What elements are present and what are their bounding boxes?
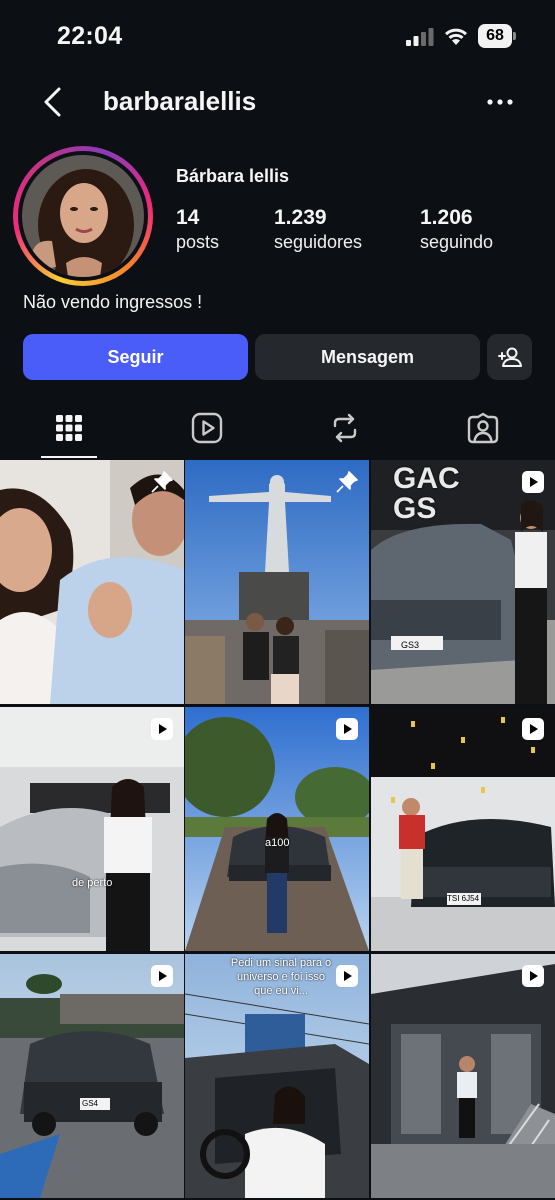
- post-dealership-facade-photo: [371, 954, 555, 1198]
- reposts-icon: [333, 413, 357, 443]
- posts-grid: GAC GS GS3 de perto a100 TSI 6J54 GS4 Pe…: [0, 460, 555, 1200]
- posts-stat[interactable]: 14 posts: [176, 206, 219, 254]
- avatar-portrait-icon: [22, 155, 144, 277]
- more-options-icon[interactable]: [484, 88, 516, 116]
- reel-icon: [151, 965, 173, 987]
- tab-reposts[interactable]: [276, 400, 414, 458]
- plate-text: TSI 6J54: [447, 894, 480, 903]
- status-bar: 22:04 68: [0, 0, 555, 72]
- profile-username: barbaralellis: [103, 86, 257, 116]
- reel-icon: [522, 718, 544, 740]
- post-road-car-photo: [185, 707, 369, 951]
- battery-indicator: 68: [478, 24, 516, 48]
- status-time: 22:04: [57, 22, 123, 50]
- post-caption: de perto: [72, 877, 113, 889]
- post-tile[interactable]: a100: [185, 707, 369, 951]
- following-stat[interactable]: 1.206 seguindo: [420, 206, 493, 254]
- tab-tagged[interactable]: [414, 400, 552, 458]
- back-arrow-icon[interactable]: [36, 84, 72, 120]
- post-tile[interactable]: GAC GS GS3: [371, 460, 555, 704]
- followers-stat[interactable]: 1.239 seguidores: [274, 206, 362, 254]
- pin-icon: [336, 471, 358, 493]
- follow-button[interactable]: Seguir: [23, 334, 248, 380]
- reel-icon: [522, 965, 544, 987]
- post-christ-redeemer-photo: [185, 460, 369, 704]
- pin-icon: [151, 471, 173, 493]
- post-tile[interactable]: TSI 6J54: [371, 707, 555, 951]
- following-count: 1.206: [420, 206, 473, 229]
- post-tile[interactable]: [0, 460, 184, 704]
- post-tile[interactable]: [185, 460, 369, 704]
- posts-count: 14: [176, 206, 200, 229]
- add-person-icon: [498, 347, 522, 367]
- profile-full-name: Bárbara lellis: [176, 166, 290, 186]
- post-tile[interactable]: [371, 954, 555, 1198]
- wifi-icon: [445, 28, 467, 45]
- active-tab-indicator: [41, 456, 97, 458]
- reel-icon: [336, 718, 358, 740]
- reel-icon: [336, 965, 358, 987]
- battery-level: 68: [478, 24, 512, 48]
- post-couple-photo: [0, 460, 184, 704]
- plate-text: GS4: [82, 1099, 99, 1108]
- post-tile[interactable]: de perto: [0, 707, 184, 951]
- post-caption: Pedi um sinal para o universo e foi isso…: [230, 957, 332, 997]
- battery-tip: [513, 32, 516, 40]
- post-tile[interactable]: GS4: [0, 954, 184, 1198]
- profile-tabs: [0, 400, 555, 458]
- reels-icon: [191, 412, 223, 444]
- posts-label: posts: [176, 232, 220, 252]
- tab-reels[interactable]: [138, 400, 276, 458]
- story-ring[interactable]: [13, 146, 153, 286]
- post-parked-suv-photo: [0, 954, 184, 1198]
- followers-count: 1.239: [274, 206, 327, 229]
- followers-label: seguidores: [274, 232, 363, 252]
- post-showroom-presenter-photo: [0, 707, 184, 951]
- suggested-accounts-button[interactable]: [487, 334, 532, 380]
- post-celebration-car-photo: [371, 707, 555, 951]
- following-label: seguindo: [420, 232, 494, 252]
- message-button[interactable]: Mensagem: [255, 334, 480, 380]
- plate-text: GS3: [401, 640, 420, 650]
- post-caption: a100: [265, 837, 290, 849]
- profile-bio: Não vendo ingressos !: [23, 292, 203, 312]
- reel-icon: [151, 718, 173, 740]
- post-tile[interactable]: Pedi um sinal para o universo e foi isso…: [185, 954, 369, 1198]
- reel-icon: [522, 471, 544, 493]
- tab-posts-grid[interactable]: [0, 400, 138, 458]
- avatar: [22, 155, 144, 277]
- tagged-icon: [467, 412, 499, 444]
- cellular-signal-icon: [406, 28, 434, 46]
- dealer-sign-text: GAC GS: [393, 462, 460, 525]
- grid-icon: [56, 415, 82, 441]
